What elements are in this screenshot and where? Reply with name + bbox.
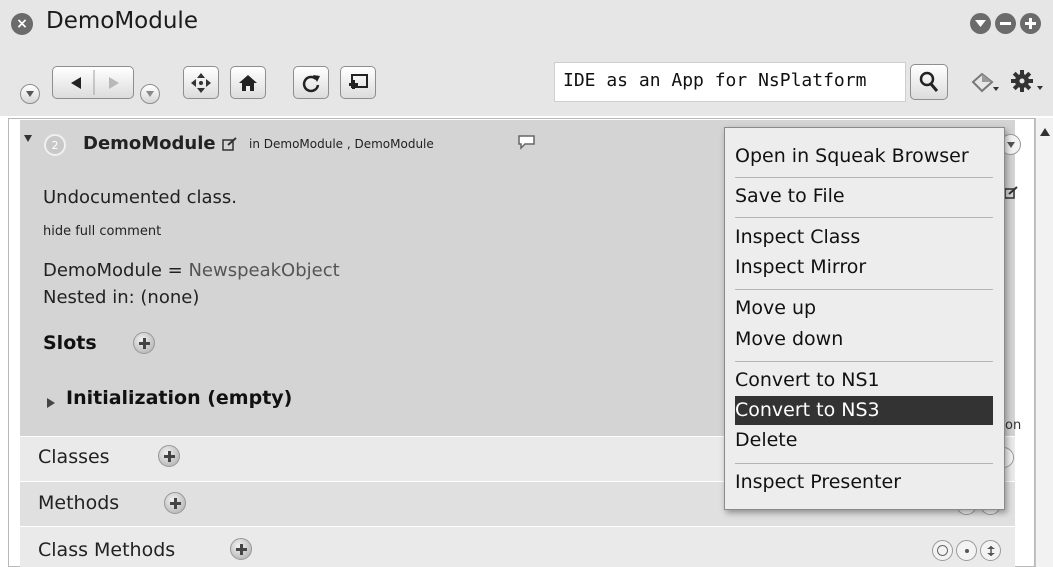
superclass-label: DemoModule = <box>43 260 189 281</box>
menu-item-convert-ns3[interactable]: Convert to NS3 <box>735 396 880 425</box>
partial-label: on <box>1005 418 1022 433</box>
add-method-button[interactable] <box>164 492 186 514</box>
menu-item-move-down[interactable]: Move down <box>735 325 843 354</box>
initialization-label[interactable]: Initialization (empty) <box>66 387 292 409</box>
superclass-line: DemoModule = NewspeakObject <box>43 260 340 281</box>
minimize-icon[interactable] <box>995 13 1016 34</box>
nested-value: (none) <box>140 287 200 308</box>
gear-icon[interactable] <box>1010 68 1050 100</box>
class-location: in DemoModule , DemoModule <box>249 137 434 151</box>
maximize-icon[interactable] <box>1020 13 1041 34</box>
menu-item-inspect-class[interactable]: Inspect Class <box>735 223 860 252</box>
slots-label: Slots <box>43 332 97 354</box>
tools-icon[interactable] <box>970 70 1000 100</box>
classes-label: Classes <box>38 446 110 468</box>
superclass-link[interactable]: NewspeakObject <box>188 260 339 281</box>
menu-item-save-file[interactable]: Save to File <box>735 182 845 211</box>
menu-separator <box>735 463 993 464</box>
menu-item-move-up[interactable]: Move up <box>735 294 816 323</box>
menu-separator <box>735 361 993 362</box>
search-icon[interactable] <box>910 64 948 100</box>
menu-separator <box>735 217 993 218</box>
add-slot-button[interactable] <box>133 332 155 354</box>
back-button[interactable] <box>52 66 134 99</box>
back-arrow-icon <box>71 70 119 95</box>
context-menu: Open in Squeak Browser Save to File Insp… <box>724 127 1005 510</box>
expand-all-icon[interactable] <box>980 540 1001 561</box>
add-class-button[interactable] <box>158 445 180 467</box>
menu-item-inspect-mirror[interactable]: Inspect Mirror <box>735 253 866 282</box>
class-methods-label: Class Methods <box>38 539 176 561</box>
menu-separator <box>735 289 993 290</box>
new-window-icon[interactable] <box>340 66 376 99</box>
expand-triangle-icon[interactable] <box>24 127 32 146</box>
scrollbar[interactable] <box>1035 118 1053 567</box>
menu-circle-icon[interactable] <box>20 84 40 104</box>
close-icon[interactable]: × <box>11 13 33 35</box>
add-class-method-button[interactable] <box>230 538 252 560</box>
class-name[interactable]: DemoModule <box>83 133 216 154</box>
edit-icon[interactable] <box>222 136 238 155</box>
nested-label: Nested in: <box>43 287 141 308</box>
methods-label: Methods <box>38 492 120 514</box>
initialization-expand-icon[interactable] <box>47 393 55 412</box>
nested-line: Nested in: (none) <box>43 287 199 308</box>
scroll-up-icon[interactable] <box>1039 122 1051 141</box>
refresh-icon[interactable] <box>293 66 329 99</box>
menu-separator <box>735 177 993 178</box>
window-title: DemoModule <box>46 8 198 34</box>
move-icon[interactable] <box>183 66 219 99</box>
menu-item-inspect-presenter[interactable]: Inspect Presenter <box>735 468 901 497</box>
class-comment: Undocumented class. <box>43 187 238 208</box>
edit-icon[interactable] <box>1004 185 1018 204</box>
hide-comment-link[interactable]: hide full comment <box>43 224 161 239</box>
menu-item-open-squeak[interactable]: Open in Squeak Browser <box>735 142 969 171</box>
collapse-icon[interactable] <box>970 13 991 34</box>
dot-circle-icon[interactable] <box>956 540 977 561</box>
home-icon[interactable] <box>230 66 266 99</box>
menu-circle-icon[interactable] <box>140 84 160 104</box>
search-input[interactable]: IDE as an App for NsPlatform <box>554 62 906 102</box>
view-circle-icon[interactable] <box>932 540 953 561</box>
comment-icon[interactable] <box>517 134 537 154</box>
menu-item-convert-ns1[interactable]: Convert to NS1 <box>735 366 880 395</box>
menu-item-delete[interactable]: Delete <box>735 426 797 455</box>
class-badge: 2 <box>44 134 66 156</box>
